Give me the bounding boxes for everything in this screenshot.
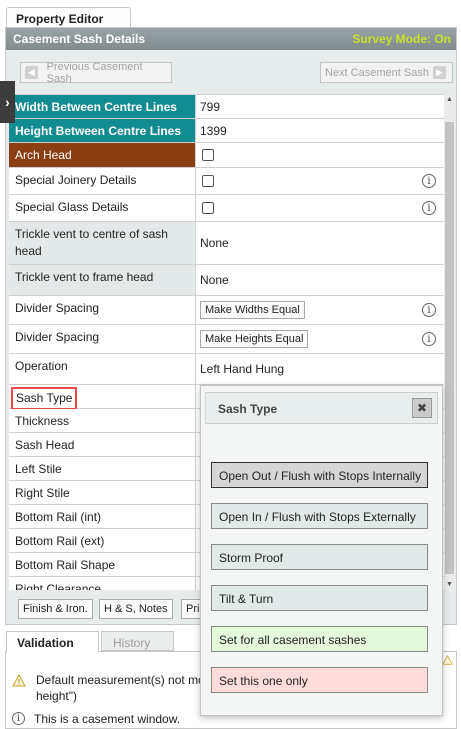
set-this-one-button[interactable]: Set this one only	[211, 667, 428, 693]
row-label: Sash Head	[9, 433, 196, 456]
trickle-sash-value-text: None	[200, 236, 229, 250]
previous-sash-label: Previous Casement Sash	[46, 60, 143, 85]
popup-header: Sash Type ✖	[205, 392, 438, 424]
svg-text:!: !	[18, 678, 20, 687]
next-sash-button[interactable]: Next Casement Sash ▶	[320, 62, 453, 83]
arrow-left-icon: ◀	[25, 66, 38, 79]
info-icon[interactable]: i	[422, 332, 436, 346]
hs-notes-button[interactable]: H & S, Notes	[99, 599, 173, 619]
table-row: Trickle vent to centre of sash head None	[9, 222, 444, 265]
row-label: Trickle vent to frame head	[9, 265, 196, 295]
special-joinery-checkbox[interactable]	[202, 175, 214, 187]
trickle-sash-value[interactable]: None	[196, 222, 444, 264]
row-label: Width Between Centre Lines	[9, 95, 196, 118]
option-tilt-turn[interactable]: Tilt & Turn	[211, 585, 428, 611]
divider-widths-cell: Make Widths Equal i	[196, 296, 444, 324]
panel-title: Casement Sash Details	[13, 32, 146, 46]
row-label: Operation	[9, 354, 196, 384]
warning-text-line1: Default measurement(s) not mo	[36, 673, 205, 687]
scroll-down-icon[interactable]: ▼	[444, 579, 455, 590]
table-row: Divider Spacing Make Widths Equal i	[9, 296, 444, 325]
arrow-right-icon: ▶	[432, 66, 446, 79]
operation-value[interactable]: Left Hand Hung	[196, 354, 444, 384]
width-value-text: 799	[200, 99, 221, 114]
height-value[interactable]: 1399	[196, 119, 444, 142]
row-label: Bottom Rail (ext)	[9, 529, 196, 552]
row-label: Height Between Centre Lines	[9, 119, 196, 142]
warning-text-line2: height")	[36, 689, 77, 703]
row-label: Divider Spacing	[9, 325, 196, 353]
close-icon[interactable]: ✖	[412, 398, 432, 418]
scrollbar[interactable]: ▲ ▼	[444, 94, 455, 590]
special-glass-cell: i	[196, 195, 444, 221]
table-row: Special Glass Details i	[9, 195, 444, 222]
tab-history[interactable]: History	[101, 631, 174, 651]
info-icon[interactable]: i	[422, 174, 436, 188]
operation-value-text: Left Hand Hung	[200, 362, 285, 376]
tab-validation[interactable]: Validation	[6, 631, 99, 652]
set-all-sashes-button[interactable]: Set for all casement sashes	[211, 626, 428, 652]
row-label: Right Stile	[9, 481, 196, 504]
warning-text: Default measurement(s) not mo height")	[36, 672, 205, 704]
special-joinery-cell: i	[196, 168, 444, 194]
info-icon[interactable]: i	[422, 303, 436, 317]
table-row: Arch Head	[9, 143, 444, 168]
row-label: Arch Head	[9, 143, 196, 167]
tab-property-editor[interactable]: Property Editor	[6, 7, 131, 28]
table-row: Special Joinery Details i	[9, 168, 444, 195]
chevron-right-icon[interactable]: ›	[0, 81, 15, 123]
table-row: Width Between Centre Lines 799	[9, 95, 444, 119]
row-label: Bottom Rail (int)	[9, 505, 196, 528]
width-value[interactable]: 799	[196, 95, 444, 118]
table-row: Height Between Centre Lines 1399	[9, 119, 444, 143]
row-label: Right Clearance	[9, 577, 196, 590]
warning-icon	[442, 655, 453, 665]
row-label: Bottom Rail Shape	[9, 553, 196, 576]
info-icon[interactable]: i	[422, 201, 436, 215]
info-text: This is a casement window.	[34, 712, 181, 726]
survey-mode-indicator[interactable]: Survey Mode: On	[352, 32, 451, 46]
table-row: Operation Left Hand Hung	[9, 354, 444, 385]
trickle-frame-value-text: None	[200, 273, 229, 287]
arch-head-checkbox[interactable]	[202, 149, 214, 161]
option-open-in[interactable]: Open In / Flush with Stops Externally	[211, 503, 428, 529]
warning-icon: !	[12, 674, 26, 687]
popup-title: Sash Type	[218, 402, 278, 416]
sash-type-label[interactable]: Sash Type	[11, 387, 78, 410]
row-label: Trickle vent to centre of sash head	[9, 222, 196, 264]
option-storm-proof[interactable]: Storm Proof	[211, 544, 428, 570]
make-heights-equal-button[interactable]: Make Heights Equal	[200, 330, 309, 348]
table-row: Trickle vent to frame head None	[9, 265, 444, 296]
validation-message-warning: ! Default measurement(s) not mo height")	[12, 672, 205, 704]
height-value-text: 1399	[200, 123, 227, 138]
previous-sash-button[interactable]: ◀ Previous Casement Sash	[20, 60, 172, 85]
row-label: Special Joinery Details	[9, 168, 196, 194]
panel-title-bar: Casement Sash Details Survey Mode: On	[6, 28, 456, 50]
next-sash-label: Next Casement Sash	[325, 66, 429, 79]
finish-iron-button[interactable]: Finish & Iron.	[18, 599, 93, 619]
make-widths-equal-button[interactable]: Make Widths Equal	[200, 301, 305, 319]
row-label: Thickness	[9, 409, 196, 432]
divider-heights-cell: Make Heights Equal i	[196, 325, 444, 353]
trickle-frame-value[interactable]: None	[196, 265, 444, 295]
sash-type-label-cell: Sash Type	[9, 385, 196, 410]
row-label: Divider Spacing	[9, 296, 196, 324]
sash-type-popup: Sash Type ✖ Open Out / Flush with Stops …	[200, 385, 443, 716]
info-icon: i	[12, 712, 25, 725]
scroll-thumb[interactable]	[445, 122, 454, 574]
row-label: Special Glass Details	[9, 195, 196, 221]
scroll-up-icon[interactable]: ▲	[444, 94, 455, 105]
row-label: Left Stile	[9, 457, 196, 480]
special-glass-checkbox[interactable]	[202, 202, 214, 214]
table-row: Divider Spacing Make Heights Equal i	[9, 325, 444, 354]
arch-head-cell	[196, 143, 444, 167]
option-open-out[interactable]: Open Out / Flush with Stops Internally	[211, 462, 428, 488]
validation-message-info: i This is a casement window.	[12, 711, 180, 727]
